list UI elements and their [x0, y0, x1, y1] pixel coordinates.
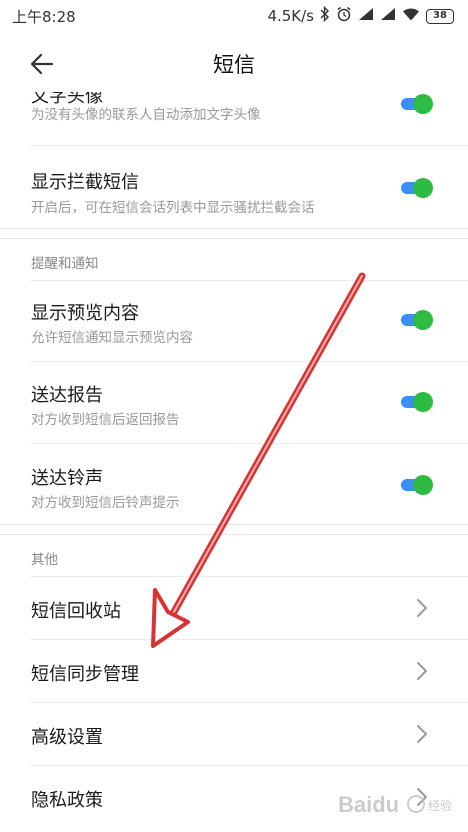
wifi-icon: [402, 7, 420, 25]
toggle-knob: [413, 94, 433, 114]
section-header-other: 其他: [31, 552, 58, 568]
title-bar: 短信: [0, 36, 468, 92]
chevron-right-icon: [417, 725, 427, 743]
status-time: 上午8:28: [12, 7, 76, 26]
section-header-notifications: 提醒和通知: [31, 256, 99, 272]
row-title: 显示拦截短信: [31, 172, 139, 193]
settings-list[interactable]: 文字头像 为没有头像的联系人自动添加文字头像 显示拦截短信 开启后，可在短信会话…: [0, 92, 468, 832]
row-title: 短信回收站: [31, 601, 121, 622]
status-icons: 4.5K/s 38: [267, 5, 454, 26]
toggle-switch[interactable]: [399, 392, 435, 412]
settings-row-show-preview[interactable]: 显示预览内容 允许短信通知显示预览内容: [0, 281, 468, 361]
row-subtitle: 为没有头像的联系人自动添加文字头像: [31, 107, 261, 123]
row-title: 隐私政策: [31, 790, 103, 811]
page-title: 短信: [213, 53, 255, 77]
alarm-icon: [336, 6, 352, 26]
section-divider: [0, 524, 468, 525]
section-divider: [0, 238, 468, 239]
back-button[interactable]: [24, 48, 60, 80]
toggle-knob: [413, 475, 433, 495]
signal-icon: [358, 7, 374, 25]
row-title: 显示预览内容: [31, 303, 139, 324]
row-title: 送达铃声: [31, 468, 103, 489]
row-subtitle: 允许短信通知显示预览内容: [31, 330, 193, 346]
row-subtitle: 对方收到短信后返回报告: [31, 412, 180, 428]
arrow-left-icon: [30, 53, 54, 75]
settings-row-text-avatar[interactable]: 文字头像 为没有头像的联系人自动添加文字头像: [0, 92, 468, 140]
battery-icon: 38: [426, 8, 454, 24]
settings-row-delivery-ringtone[interactable]: 送达铃声 对方收到短信后铃声提示: [0, 444, 468, 526]
toggle-knob: [413, 310, 433, 330]
toggle-switch[interactable]: [399, 475, 435, 495]
status-bar: 上午8:28 4.5K/s 38: [0, 0, 468, 32]
chevron-right-icon: [417, 599, 427, 617]
settings-row-show-blocked-sms[interactable]: 显示拦截短信 开启后，可在短信会话列表中显示骚扰拦截会话: [0, 146, 468, 228]
row-title: 短信同步管理: [31, 664, 139, 685]
svg-text:经验: 经验: [428, 798, 452, 813]
row-subtitle: 开启后，可在短信会话列表中显示骚扰拦截会话: [31, 200, 315, 216]
signal-icon: [380, 7, 396, 25]
toggle-knob: [413, 392, 433, 412]
section-divider: [0, 534, 468, 535]
settings-row-sms-sync-management[interactable]: 短信同步管理: [0, 640, 468, 702]
settings-row-sms-recycle-bin[interactable]: 短信回收站: [0, 577, 468, 639]
section-divider: [0, 228, 468, 229]
toggle-switch[interactable]: [399, 310, 435, 330]
chevron-right-icon: [417, 662, 427, 680]
row-subtitle: 对方收到短信后铃声提示: [31, 495, 180, 511]
svg-text:Baidu: Baidu: [338, 792, 399, 817]
network-speed: 4.5K/s: [267, 7, 314, 25]
settings-row-advanced-settings[interactable]: 高级设置: [0, 703, 468, 765]
toggle-switch[interactable]: [399, 178, 435, 198]
watermark-logo: Baidu 经验: [338, 792, 452, 817]
toggle-switch[interactable]: [399, 94, 435, 114]
settings-row-delivery-report[interactable]: 送达报告 对方收到短信后返回报告: [0, 362, 468, 443]
row-title: 送达报告: [31, 385, 103, 406]
row-title: 高级设置: [31, 727, 103, 748]
toggle-knob: [413, 178, 433, 198]
bluetooth-icon: [320, 5, 330, 26]
